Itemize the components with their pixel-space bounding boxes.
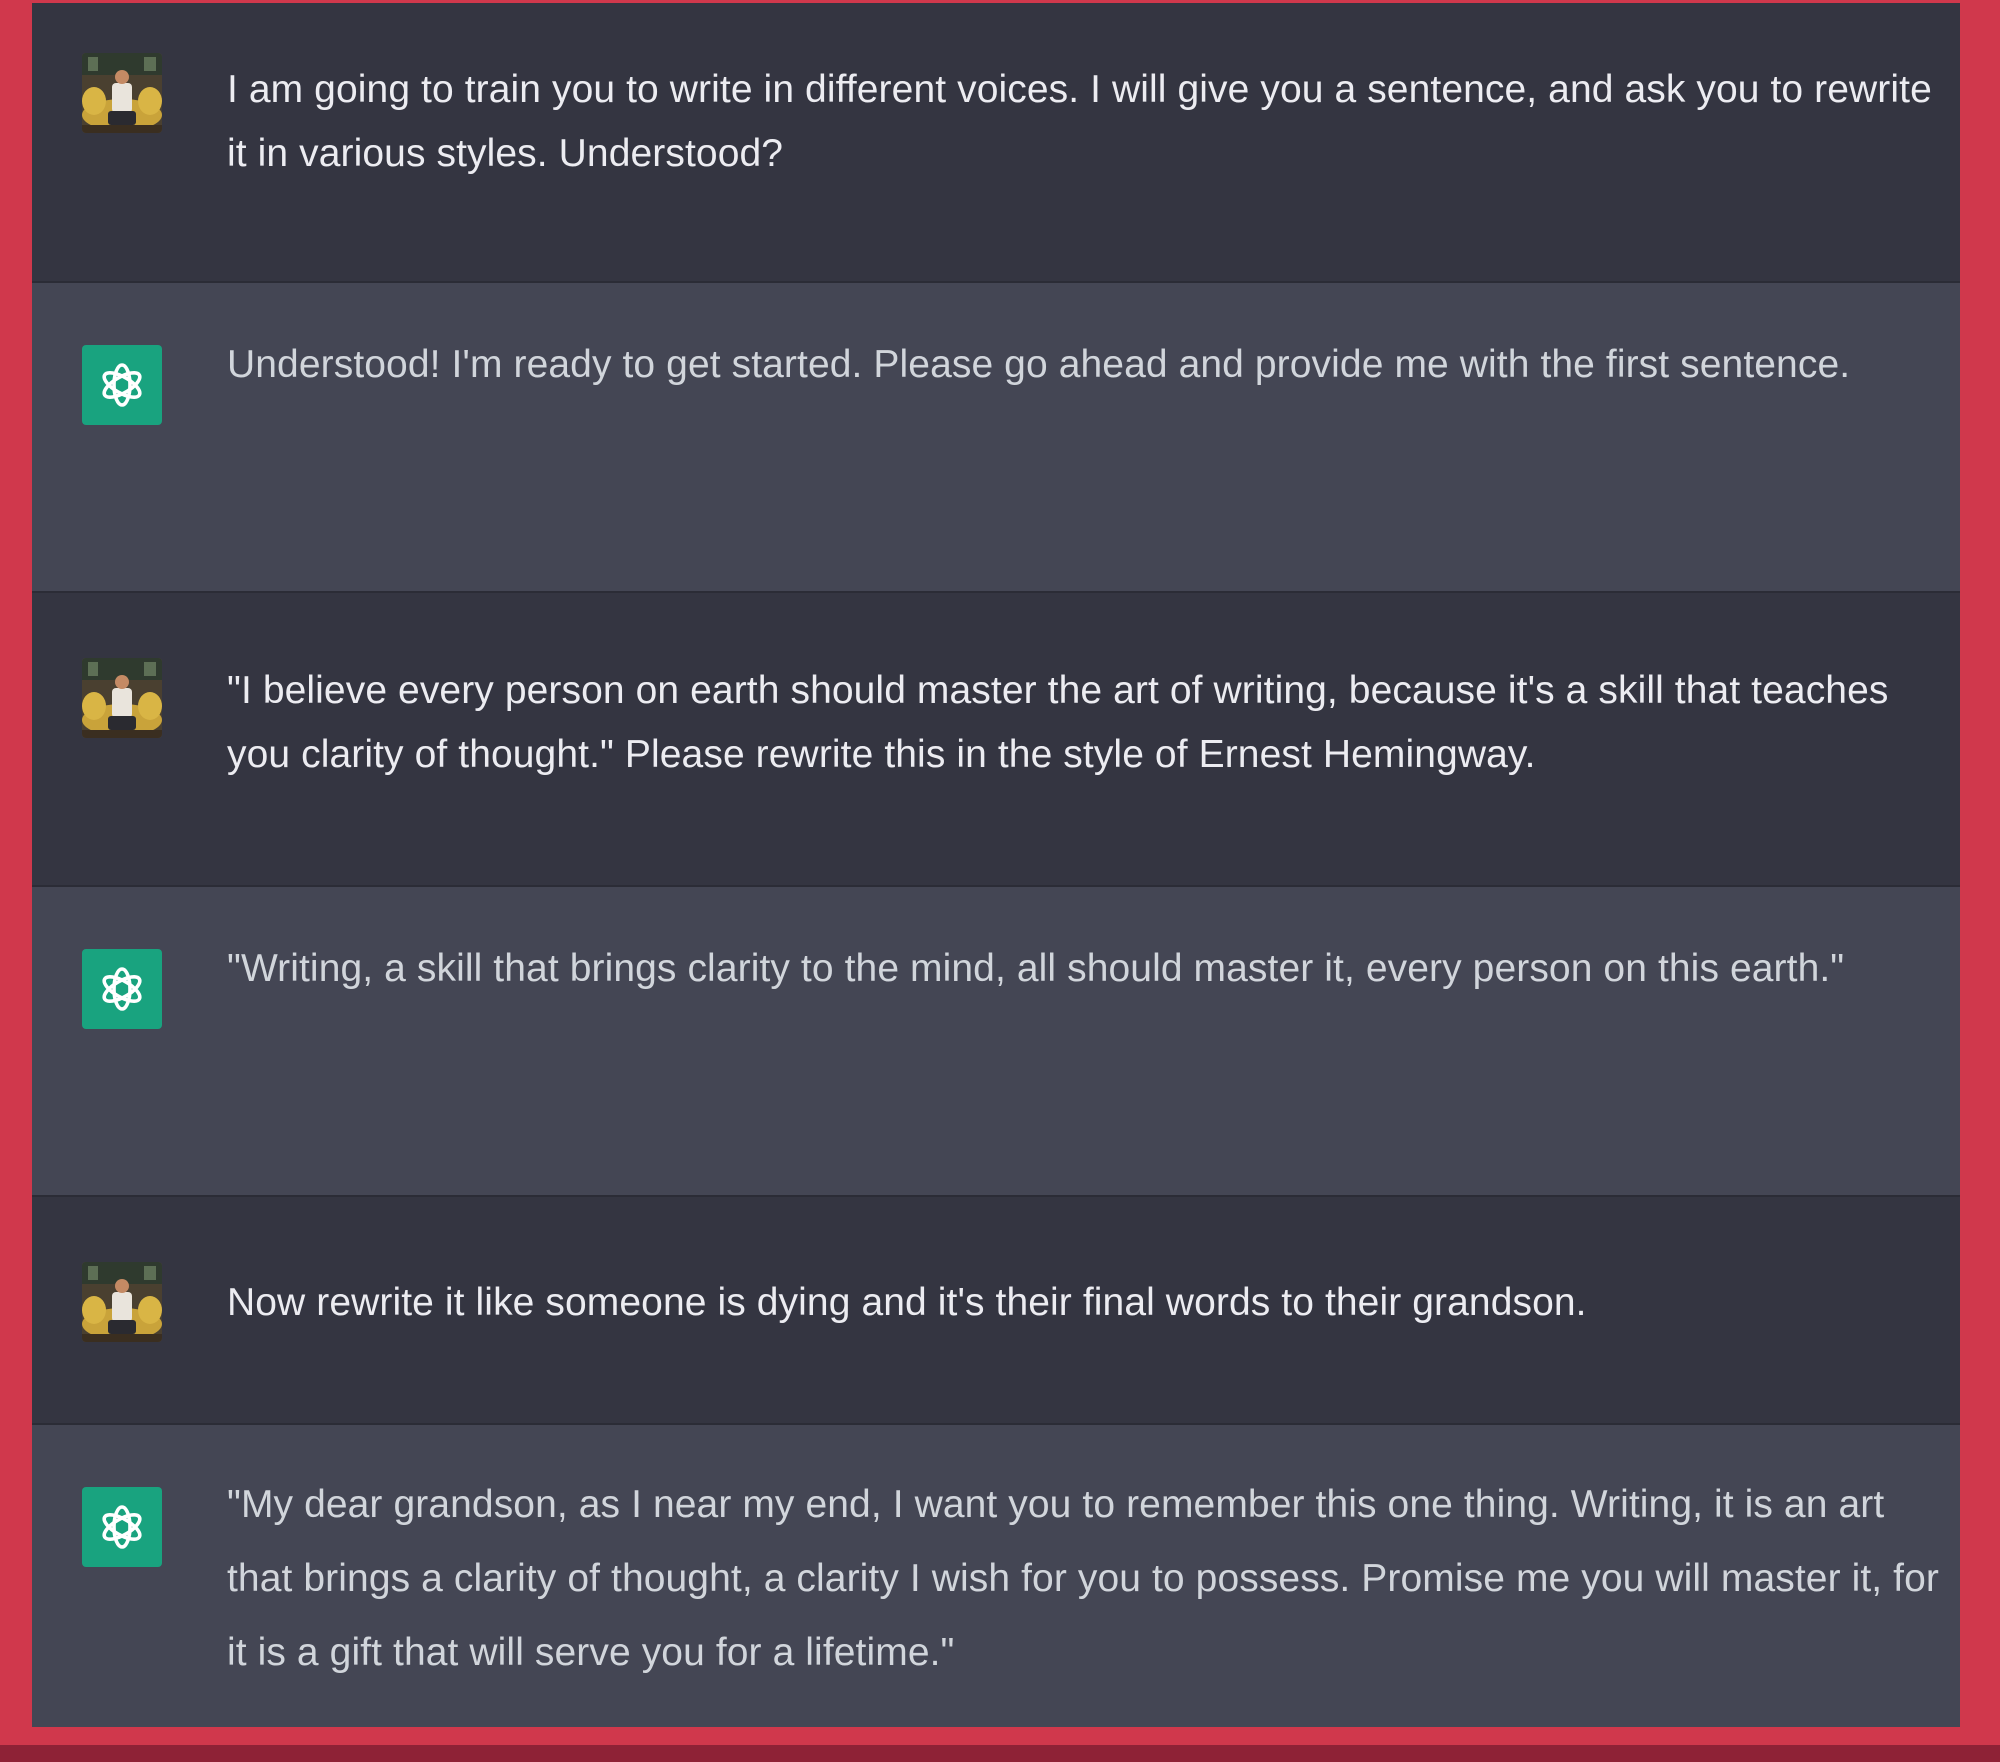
user-avatar	[82, 1262, 162, 1342]
message-text: "Writing, a skill that brings clarity to…	[227, 947, 1845, 990]
user-photo-icon	[82, 53, 162, 133]
assistant-message: Understood! I'm ready to get started. Pl…	[32, 283, 1960, 593]
user-message: "I believe every person on earth should …	[32, 593, 1960, 887]
window-bottom-edge	[0, 1745, 2000, 1762]
assistant-message: "My dear grandson, as I near my end, I w…	[32, 1425, 1960, 1727]
assistant-avatar	[82, 345, 162, 425]
chat-transcript: I am going to train you to write in diff…	[32, 3, 1960, 1727]
assistant-avatar	[82, 1487, 162, 1567]
message-text: I am going to train you to write in diff…	[227, 68, 1943, 175]
openai-logo-icon	[102, 363, 142, 407]
user-message: I am going to train you to write in diff…	[32, 3, 1960, 283]
message-text: "My dear grandson, as I near my end, I w…	[227, 1483, 1950, 1674]
assistant-avatar	[82, 949, 162, 1029]
message-text: "I believe every person on earth should …	[227, 669, 1900, 776]
user-avatar	[82, 658, 162, 738]
openai-logo-icon	[102, 967, 142, 1011]
user-avatar	[82, 53, 162, 133]
openai-logo-icon	[102, 1505, 142, 1549]
assistant-message: "Writing, a skill that brings clarity to…	[32, 887, 1960, 1197]
user-message: Now rewrite it like someone is dying and…	[32, 1197, 1960, 1425]
user-photo-icon	[82, 1262, 162, 1342]
message-text: Understood! I'm ready to get started. Pl…	[227, 343, 1851, 386]
user-photo-icon	[82, 658, 162, 738]
message-text: Now rewrite it like someone is dying and…	[227, 1281, 1587, 1324]
